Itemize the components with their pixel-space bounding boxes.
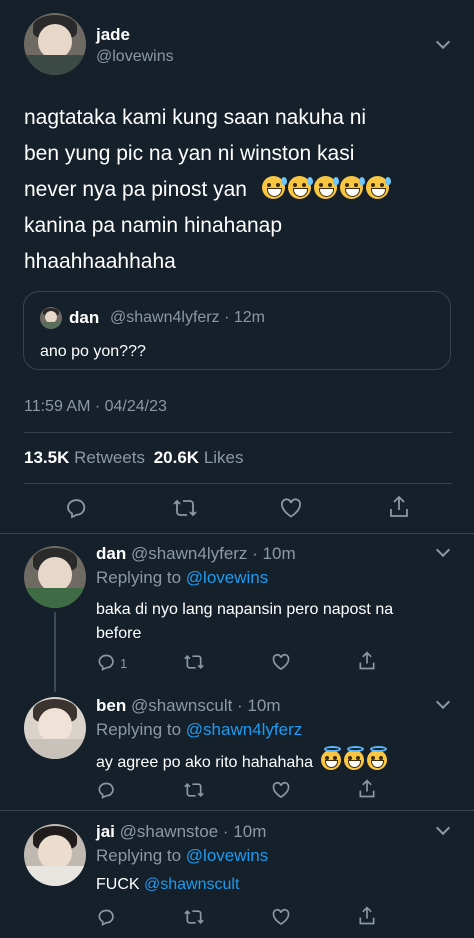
retweet-icon[interactable] — [183, 652, 205, 672]
reply-text-content: ay agree po ako rito hahahaha — [96, 754, 314, 771]
reply-header: jai @shawnstoe · 10m — [96, 822, 266, 842]
share-icon[interactable] — [357, 650, 377, 672]
retweets-count[interactable]: 13.5K — [24, 448, 69, 467]
like-heart-icon[interactable] — [279, 496, 303, 520]
replying-to: Replying to @lovewins — [96, 846, 268, 866]
more-options-chevron-icon[interactable] — [435, 34, 451, 50]
retweets-label[interactable]: Retweets — [74, 448, 145, 467]
reply-author-name[interactable]: ben — [96, 696, 126, 715]
reply-author-name[interactable]: jai — [96, 822, 115, 841]
replying-to-label: Replying to — [96, 720, 182, 739]
quoted-name: dan — [69, 308, 100, 327]
quoted-tweet[interactable]: dan @shawn4lyferz · 12m ano po yon??? — [23, 291, 451, 370]
reply-avatar[interactable] — [24, 546, 86, 608]
quoted-avatar — [40, 307, 62, 329]
engagement-stats: 13.5K Retweets 20.6K Likes — [24, 448, 244, 468]
share-icon[interactable] — [357, 905, 377, 927]
replying-to: Replying to @lovewins — [96, 568, 268, 588]
reply-text: FUCK @shawnscult — [96, 876, 239, 894]
smiling-face-with-halo-emoji-icon — [318, 746, 387, 772]
tweet-text-line: kanina pa namin hinahanap — [24, 214, 283, 237]
reply-text: baka di nyo lang napansin pero napost na… — [96, 598, 393, 646]
share-icon[interactable] — [357, 778, 377, 800]
reply-avatar[interactable] — [24, 697, 86, 759]
like-heart-icon[interactable] — [271, 907, 291, 927]
tweet-text-line: ben yung pic na yan ni winston kasi — [24, 142, 355, 165]
likes-label[interactable]: Likes — [204, 448, 244, 467]
tweet-text: nagtataka kami kung saan nakuha ni ben y… — [24, 100, 464, 280]
reply-handle-time[interactable]: @shawn4lyferz · 10m — [131, 544, 296, 563]
tweet-text-line: never nya pa pinost yan — [24, 178, 247, 201]
reply-avatar[interactable] — [24, 824, 86, 886]
replying-to-label: Replying to — [96, 846, 182, 865]
quoted-text: ano po yon??? — [40, 343, 146, 360]
reply-text-content: FUCK — [96, 876, 140, 893]
tweet-text-line: nagtataka kami kung saan nakuha ni — [24, 106, 367, 129]
retweet-icon[interactable] — [183, 780, 205, 800]
reply-text: ay agree po ako rito hahahaha — [96, 746, 387, 772]
divider — [24, 432, 452, 433]
divider — [0, 810, 474, 811]
replying-to-mention[interactable]: @lovewins — [186, 568, 268, 587]
likes-count[interactable]: 20.6K — [154, 448, 199, 467]
like-heart-icon[interactable] — [271, 780, 291, 800]
divider — [24, 483, 452, 484]
reply-icon[interactable] — [96, 652, 116, 672]
divider — [0, 533, 474, 534]
retweet-icon[interactable] — [172, 496, 198, 520]
reply-icon[interactable] — [96, 907, 116, 927]
thread-line — [54, 612, 56, 692]
like-heart-icon[interactable] — [271, 652, 291, 672]
reply-count: 1 — [120, 656, 128, 671]
author-name[interactable]: jade — [96, 25, 130, 45]
tweet-text-line: never nya pa pinost yan — [24, 172, 464, 208]
tweet-text-line: hhaahhaahhaha — [24, 250, 176, 273]
replying-to: Replying to @shawn4lyferz — [96, 720, 302, 740]
share-icon[interactable] — [387, 494, 411, 520]
replying-to-mention[interactable]: @shawn4lyferz — [186, 720, 302, 739]
reply-header: ben @shawnscult · 10m — [96, 696, 281, 716]
reply-mention-link[interactable]: @shawnscult — [144, 876, 239, 893]
more-options-chevron-icon[interactable] — [435, 542, 451, 558]
reply-text-line: baka di nyo lang napansin pero napost na — [96, 601, 394, 618]
author-avatar[interactable] — [24, 13, 86, 75]
reply-icon[interactable] — [64, 496, 88, 520]
reply-header: dan @shawn4lyferz · 10m — [96, 544, 296, 564]
author-handle[interactable]: @lovewins — [96, 48, 174, 66]
reply-handle-time[interactable]: @shawnscult · 10m — [131, 696, 281, 715]
grinning-face-with-sweat-emoji-icon — [259, 172, 391, 208]
replying-to-label: Replying to — [96, 568, 182, 587]
reply-text-line: before — [96, 625, 142, 642]
reply-author-name[interactable]: dan — [96, 544, 126, 563]
more-options-chevron-icon[interactable] — [435, 694, 451, 710]
reply-handle-time[interactable]: @shawnstoe · 10m — [120, 822, 267, 841]
more-options-chevron-icon[interactable] — [435, 820, 451, 836]
retweet-icon[interactable] — [183, 907, 205, 927]
tweet-timestamp: 11:59 AM · 04/24/23 — [24, 398, 167, 415]
reply-icon[interactable] — [96, 780, 116, 800]
replying-to-mention[interactable]: @lovewins — [186, 846, 268, 865]
quoted-handle-time: @shawn4lyferz · 12m — [110, 309, 265, 326]
